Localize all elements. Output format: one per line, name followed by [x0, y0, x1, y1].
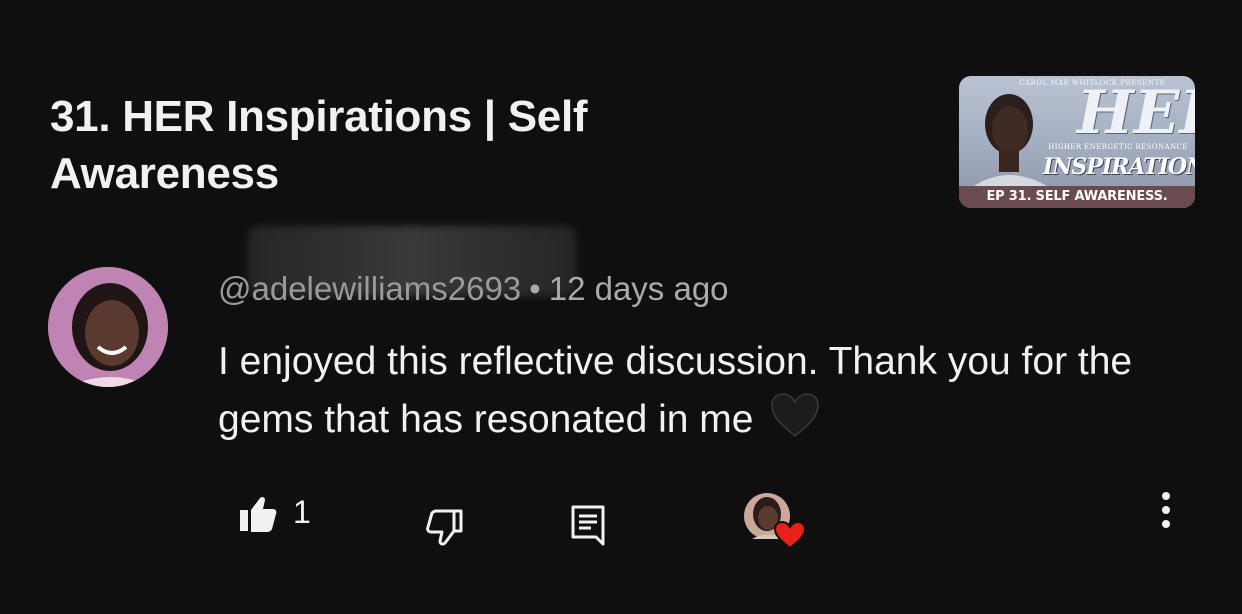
black-heart-icon [771, 393, 820, 437]
more-options-button[interactable] [1148, 490, 1184, 534]
comment-timestamp[interactable]: 12 days ago [549, 270, 729, 307]
comment-body: I enjoyed this reflective discussion. Th… [218, 333, 1198, 449]
thumbnail-brand: HER [1077, 78, 1195, 148]
avatar-image [48, 267, 168, 387]
creator-heart-icon [744, 493, 807, 550]
dislike-button[interactable] [422, 505, 466, 549]
thumbnail-episode: EP 31. Self Awareness. [959, 186, 1195, 208]
creator-heart-badge[interactable] [742, 492, 807, 550]
video-thumbnail[interactable]: Carol Mae Whitlock presents HER Higher E… [959, 76, 1195, 208]
thumbnail-portrait [974, 94, 1047, 186]
like-button[interactable] [236, 492, 280, 536]
reply-button[interactable] [566, 503, 610, 547]
thumbnail-series: Inspirations [1043, 154, 1195, 180]
reply-icon [571, 505, 605, 546]
thumbs-up-icon [240, 496, 277, 532]
comment-meta: @adelewilliams2693 • 12 days ago [218, 270, 729, 308]
commenter-avatar[interactable] [48, 267, 168, 387]
video-title[interactable]: 31. HER Inspirations | Self Awareness [50, 88, 770, 202]
more-vertical-icon [1162, 492, 1170, 528]
thumbs-down-icon [426, 509, 463, 546]
thumbnail-subtitle: Higher Energetic Resonance [1048, 143, 1188, 151]
comment-author-handle[interactable]: @adelewilliams2693 [218, 270, 521, 307]
comment-text: I enjoyed this reflective discussion. Th… [218, 340, 1133, 441]
like-count: 1 [293, 494, 311, 530]
meta-separator: • [529, 270, 541, 307]
